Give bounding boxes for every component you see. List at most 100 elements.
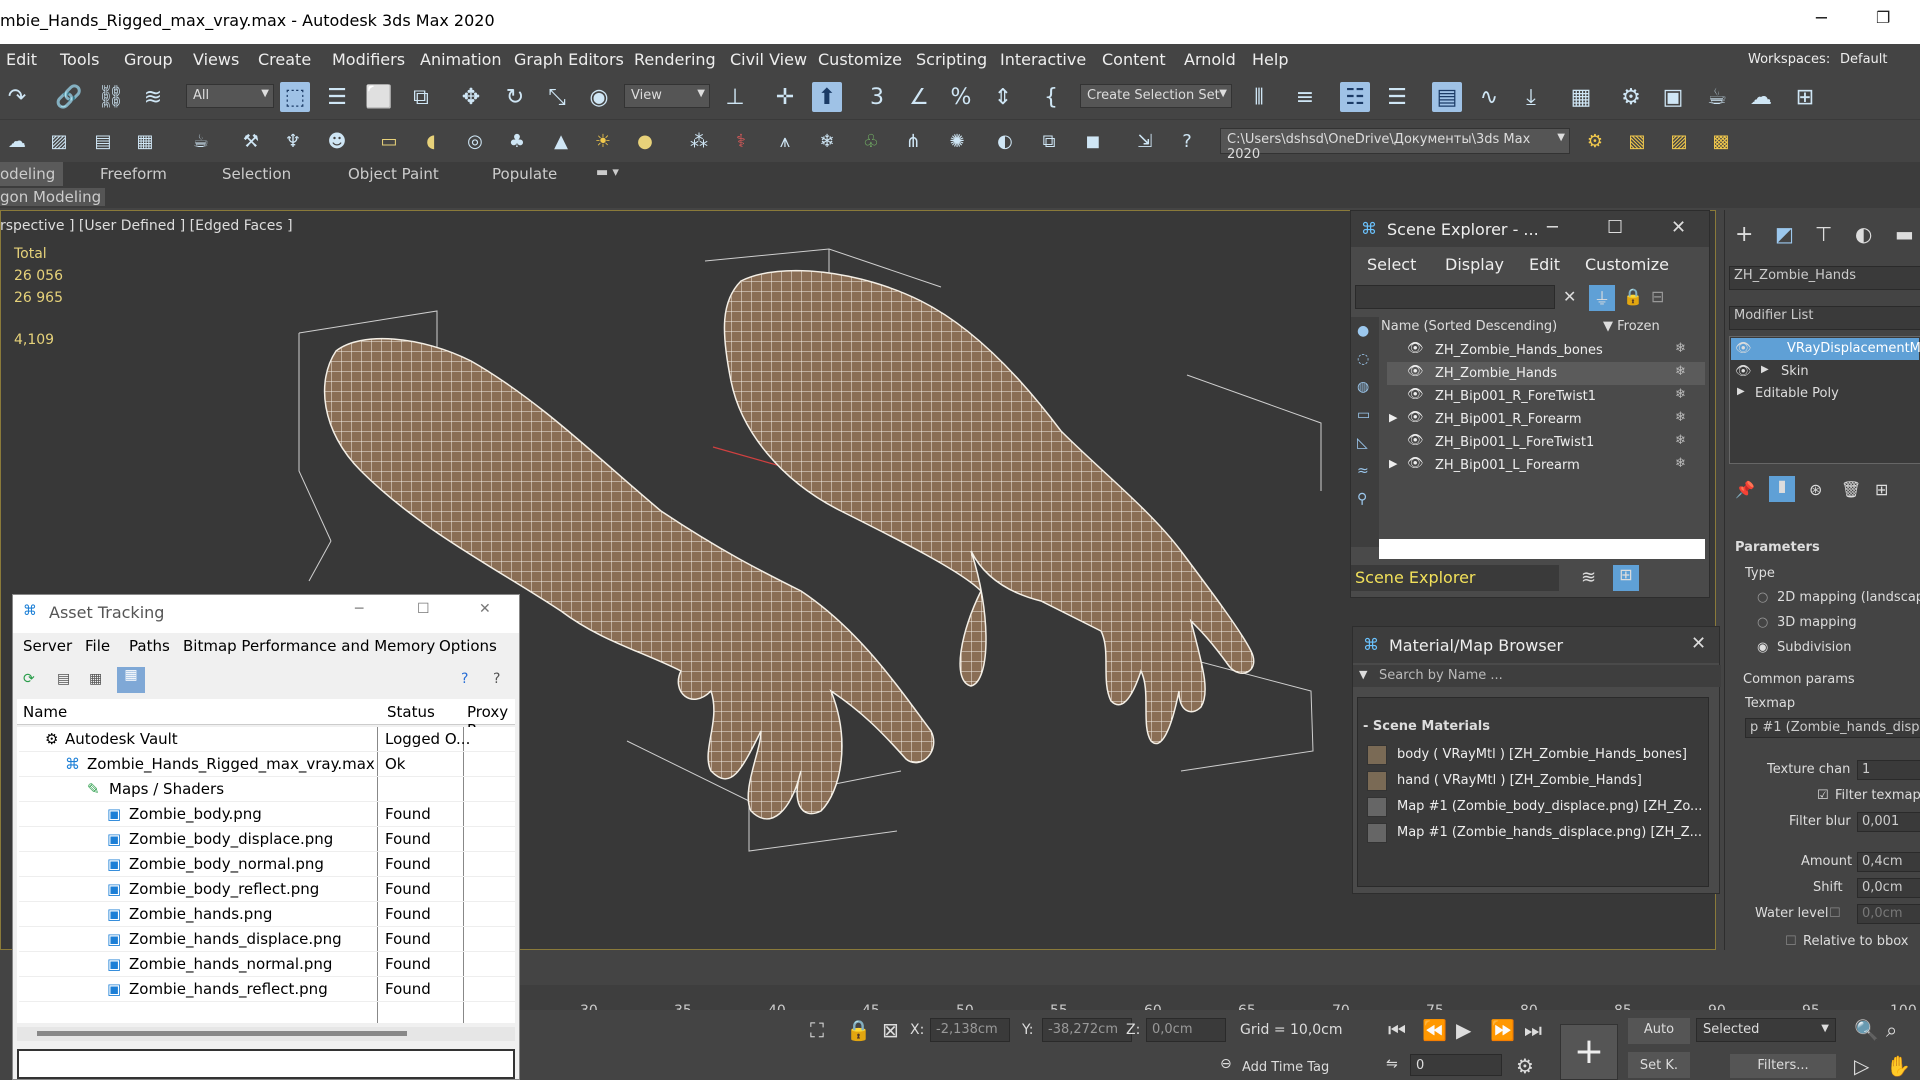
display-tab-icon[interactable]: ▬ xyxy=(1895,222,1914,246)
select-manipulate-icon[interactable]: ✛ xyxy=(770,82,800,112)
se-menu-display[interactable]: Display xyxy=(1445,255,1504,274)
x-coordinate-input[interactable]: -2,138cm xyxy=(930,1018,1010,1042)
menu-animation[interactable]: Animation xyxy=(420,50,502,69)
display-helpers-icon[interactable]: ◺ xyxy=(1357,435,1368,451)
close-icon[interactable]: ✕ xyxy=(1671,217,1686,238)
maximize-icon[interactable]: ☐ xyxy=(1607,217,1623,238)
modifier-list-dropdown[interactable]: Modifier List xyxy=(1729,306,1920,330)
se-scrollbar[interactable] xyxy=(1379,539,1705,559)
sphere-icon[interactable]: ◖ xyxy=(416,126,446,156)
rotate-icon[interactable]: ↻ xyxy=(500,82,530,112)
render-region-icon[interactable]: ◼ xyxy=(1078,126,1108,156)
absolute-mode-icon[interactable]: ⊠ xyxy=(882,1018,899,1042)
bind-space-warp-icon[interactable]: ≋ xyxy=(138,82,168,112)
pan-icon[interactable]: ✋ xyxy=(1886,1054,1911,1078)
configure-modifier-sets-icon[interactable]: ⊞ xyxy=(1875,480,1888,499)
display-spacewarps-icon[interactable]: ≈ xyxy=(1357,463,1369,479)
field-of-view-icon[interactable]: ▷ xyxy=(1854,1054,1869,1078)
chevron-down-icon[interactable]: ▼ xyxy=(1359,668,1367,681)
remove-modifier-icon[interactable]: 🗑 xyxy=(1841,480,1861,499)
se-column-name[interactable]: Name (Sorted Descending) xyxy=(1381,319,1557,334)
table-view-icon[interactable]: ▦ xyxy=(117,667,145,693)
menu-edit[interactable]: Edit xyxy=(6,50,37,69)
material-sphere-icon[interactable]: ◐ xyxy=(990,126,1020,156)
se-row[interactable]: 👁 ZH_Bip001_L_ForeTwist1 ❄ xyxy=(1387,431,1705,454)
zoom-icon[interactable]: 🔍 xyxy=(1854,1018,1879,1042)
ribbon-options-icon[interactable]: ▬ ▾ xyxy=(596,165,619,180)
freeze-icon[interactable]: ❄ xyxy=(1675,387,1686,402)
table-row[interactable]: ⌘ Zombie_Hands_Rigged_max_vray.max Ok xyxy=(19,752,515,777)
keyboard-shortcut-override-icon[interactable]: ⬆ xyxy=(812,82,842,112)
eye-icon[interactable]: 👁 xyxy=(1407,410,1424,425)
close-icon[interactable]: ✕ xyxy=(479,601,491,617)
freeze-icon[interactable]: ❄ xyxy=(1675,433,1686,448)
se-row[interactable]: 👁 ZH_Bip001_R_ForeTwist1 ❄ xyxy=(1387,385,1705,408)
selection-lock-icon[interactable]: 🔒 xyxy=(846,1018,871,1042)
help-icon[interactable]: ? xyxy=(1172,126,1202,156)
list-view-icon[interactable]: ▤ xyxy=(57,671,70,687)
add-time-tag[interactable]: Add Time Tag xyxy=(1242,1060,1329,1075)
render-production-icon[interactable]: ☕ xyxy=(1702,82,1732,112)
eye-icon[interactable]: 👁 xyxy=(1735,341,1752,356)
fluids-icon[interactable]: ❄ xyxy=(812,126,842,156)
display-lights-icon[interactable]: ◍ xyxy=(1357,379,1369,395)
se-column-frozen[interactable]: ▼ Frozen xyxy=(1603,319,1660,334)
menu-content[interactable]: Content xyxy=(1102,50,1166,69)
unlink-icon[interactable]: ⛓ xyxy=(96,82,126,112)
key-mode-icon[interactable]: ⇋ xyxy=(1386,1056,1398,1072)
type-2d-mapping[interactable]: 2D mapping (landscape) xyxy=(1777,590,1920,605)
spinner-snap-icon[interactable]: ⇕ xyxy=(988,82,1018,112)
rectangular-selection-icon[interactable]: ⬜ xyxy=(364,82,394,112)
ribbon-tab-object-paint[interactable]: Object Paint xyxy=(348,165,439,183)
type-subdivision[interactable]: Subdivision xyxy=(1777,640,1852,655)
reference-coordinate-dropdown[interactable]: View ▼ xyxy=(624,84,710,108)
select-by-name-icon[interactable]: ☰ xyxy=(322,82,352,112)
set-key-mode-button[interactable]: Set K. xyxy=(1628,1052,1690,1078)
lock-icon[interactable]: 🔒 xyxy=(1623,287,1643,306)
sun-light-icon[interactable]: ☀ xyxy=(588,126,618,156)
list-item[interactable]: Map #1 (Zombie_hands_displace.png) [ZH_Z… xyxy=(1367,821,1702,845)
pivot-icon[interactable]: ⊥ xyxy=(720,82,750,112)
percent-snap-icon[interactable]: % xyxy=(946,82,976,112)
time-slider[interactable]: 30 35 40 45 50 55 60 65 70 75 80 85 90 9… xyxy=(520,985,1920,1019)
ribbon-tab-modeling[interactable]: odeling xyxy=(0,162,64,186)
minimize-icon[interactable]: ─ xyxy=(1547,217,1558,238)
shift-input[interactable]: 0,0cm xyxy=(1857,878,1920,898)
go-to-end-icon[interactable]: ⏭ xyxy=(1524,1018,1542,1042)
torus-icon[interactable]: ◎ xyxy=(460,126,490,156)
checkbox-checked-icon[interactable]: ☑ xyxy=(1817,788,1829,803)
ribbon-tab-populate[interactable]: Populate xyxy=(492,165,557,183)
modifier-skin[interactable]: Skin xyxy=(1781,364,1809,379)
biped-icon[interactable]: ♆ xyxy=(278,126,308,156)
snap-toggle-icon[interactable]: 3 xyxy=(862,82,892,112)
folder-icon[interactable]: ▧ xyxy=(1622,126,1652,156)
at-path-field[interactable] xyxy=(17,1049,515,1079)
hierarchy-icon[interactable]: ⊟ xyxy=(1651,287,1664,306)
align-icon[interactable]: ≡ xyxy=(1290,82,1320,112)
table-row[interactable]: ✎ Maps / Shaders xyxy=(19,777,515,802)
menu-views[interactable]: Views xyxy=(193,50,239,69)
folder-open-icon[interactable]: ▩ xyxy=(1706,126,1736,156)
menu-help[interactable]: Help xyxy=(1252,50,1288,69)
auto-key-button[interactable]: Auto xyxy=(1628,1018,1690,1044)
list-item[interactable]: hand ( VRayMtl ) [ZH_Zombie_Hands] xyxy=(1367,769,1697,793)
fur-icon[interactable]: ⋔ xyxy=(898,126,928,156)
menu-create[interactable]: Create xyxy=(258,50,311,69)
freeze-icon[interactable]: ❄ xyxy=(1675,364,1686,379)
table-row[interactable]: ▣ Zombie_body.png Found xyxy=(19,802,515,827)
menu-customize[interactable]: Customize xyxy=(818,50,902,69)
rendered-frame-window-icon[interactable]: ▣ xyxy=(1658,82,1688,112)
project-settings-icon[interactable]: ⚙ xyxy=(1580,126,1610,156)
list-item[interactable]: body ( VRayMtl ) [ZH_Zombie_Hands_bones] xyxy=(1367,743,1697,767)
set-key-button[interactable]: + xyxy=(1560,1024,1618,1080)
expand-icon[interactable]: ▶ xyxy=(1389,411,1397,424)
se-row[interactable]: ▶ 👁 ZH_Bip001_R_Forearm ❄ xyxy=(1387,408,1705,431)
menu-rendering[interactable]: Rendering xyxy=(634,50,716,69)
redo-icon[interactable]: ↷ xyxy=(2,82,32,112)
maximize-icon[interactable]: ☐ xyxy=(417,601,430,617)
key-selection-dropdown[interactable]: Selected ▼ xyxy=(1696,1018,1836,1042)
link-icon[interactable]: 🔗 xyxy=(54,82,84,112)
move-icon[interactable]: ✥ xyxy=(456,82,486,112)
at-menu-server[interactable]: Server xyxy=(23,637,72,655)
grid-icon[interactable]: ▦ xyxy=(130,126,160,156)
